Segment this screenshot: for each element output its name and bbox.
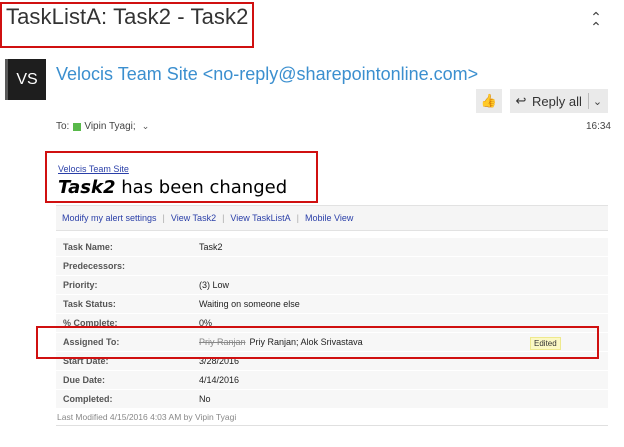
received-time: 16:34 xyxy=(585,121,611,132)
to-label: To: xyxy=(56,121,70,132)
field-label: Task Status: xyxy=(63,299,116,309)
field-row: Task Status: Waiting on someone else xyxy=(56,295,608,314)
to-line: To: Vipin Tyagi; ⌄ xyxy=(56,121,149,132)
collapse-header-button[interactable]: ⌃ ⌃ xyxy=(586,10,606,35)
like-button[interactable]: 👍 xyxy=(476,89,502,113)
alert-link-bar: Modify my alert settings | View Task2 | … xyxy=(56,205,608,231)
field-label: Completed: xyxy=(63,394,113,404)
view-list-link[interactable]: View TaskListA xyxy=(224,213,296,223)
view-task-link[interactable]: View Task2 xyxy=(165,213,222,223)
field-value: Waiting on someone else xyxy=(199,299,300,309)
chevron-up-icon-2: ⌃ xyxy=(590,19,602,35)
highlight-box-heading xyxy=(45,151,318,203)
highlight-box-subject xyxy=(0,2,254,48)
highlight-box-assigned-to xyxy=(36,326,599,359)
sender-name[interactable]: Velocis Team Site <no-reply@sharepointon… xyxy=(56,64,478,85)
field-row: Priority: (3) Low xyxy=(56,276,608,295)
field-label: Priority: xyxy=(63,280,98,290)
expand-recipients-icon[interactable]: ⌄ xyxy=(142,121,150,132)
field-row: Task Name: Task2 xyxy=(56,238,608,257)
field-row: Due Date: 4/14/2016 xyxy=(56,371,608,390)
presence-icon xyxy=(73,122,82,131)
reply-all-button[interactable]: ↩ Reply all ⌄ xyxy=(510,89,608,113)
field-label: Due Date: xyxy=(63,375,106,385)
field-row: Predecessors: xyxy=(56,257,608,276)
thumbs-up-icon: 👍 xyxy=(480,93,498,108)
avatar: VS xyxy=(5,59,46,100)
field-label: Predecessors: xyxy=(63,261,126,271)
recipient-name[interactable]: Vipin Tyagi; xyxy=(84,121,135,132)
modify-alert-settings-link[interactable]: Modify my alert settings xyxy=(56,213,163,223)
field-label: Task Name: xyxy=(63,242,113,252)
field-value: Task2 xyxy=(199,242,223,252)
field-value: No xyxy=(199,394,211,404)
reply-all-icon: ↩ xyxy=(515,93,527,108)
field-value: 4/14/2016 xyxy=(199,375,240,385)
field-value: (3) Low xyxy=(199,280,230,290)
field-row: Completed: No xyxy=(56,390,608,409)
last-modified: Last Modified 4/15/2016 4:03 AM by Vipin… xyxy=(57,412,237,422)
reply-all-label: Reply all xyxy=(532,93,582,109)
divider xyxy=(587,93,589,109)
chevron-down-icon[interactable]: ⌄ xyxy=(593,95,602,108)
divider xyxy=(56,425,608,426)
mobile-view-link[interactable]: Mobile View xyxy=(299,213,359,223)
